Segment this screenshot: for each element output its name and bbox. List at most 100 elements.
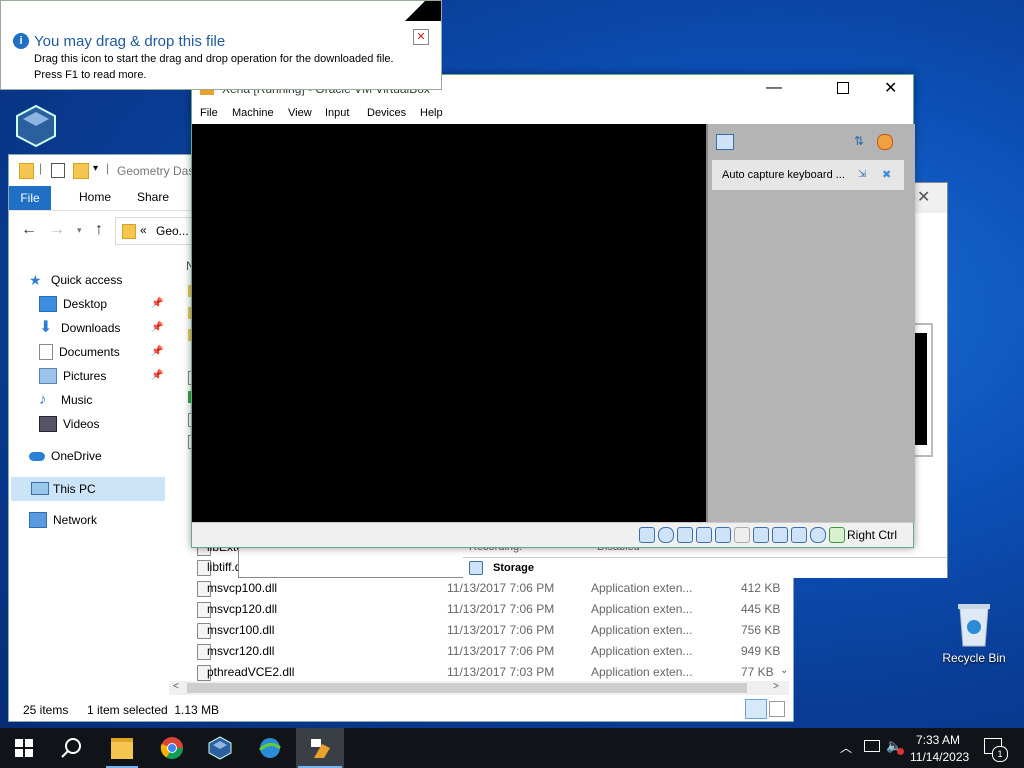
nav-quick-access[interactable]: ★ Quick access: [29, 269, 122, 291]
nav-desktop[interactable]: Desktop: [39, 293, 107, 315]
search-button[interactable]: [58, 734, 86, 762]
close-icon[interactable]: ✕: [917, 187, 930, 207]
network-tray-icon[interactable]: [864, 740, 880, 752]
network-icon: [29, 512, 47, 528]
up-arrow-icon[interactable]: ↑: [95, 221, 103, 239]
pin-icon[interactable]: 📌: [151, 346, 163, 357]
notice-item[interactable]: Auto capture keyboard ... ⇲ ✖: [712, 160, 904, 190]
menu-file[interactable]: File: [200, 107, 218, 119]
menu-machine[interactable]: Machine: [232, 107, 274, 119]
mouse-integration-icon[interactable]: [810, 527, 826, 543]
ribbon-tab-file[interactable]: File: [9, 186, 51, 210]
minimize-icon[interactable]: —: [766, 79, 782, 97]
menu-devices[interactable]: Devices: [367, 107, 406, 119]
nav-videos[interactable]: Videos: [39, 413, 99, 435]
optical-drive-icon[interactable]: [658, 527, 674, 543]
ribbon-tab-home[interactable]: Home: [67, 185, 123, 209]
audio-icon[interactable]: [677, 527, 693, 543]
message-icon[interactable]: [716, 134, 734, 150]
sort-icon[interactable]: ⇅: [854, 134, 868, 148]
notification-title: You may drag & drop this file: [34, 33, 226, 50]
document-icon: [39, 344, 53, 360]
pin-icon[interactable]: 📌: [151, 298, 163, 309]
chevron-up-icon[interactable]: ︿: [840, 739, 852, 756]
desktop-icon-recycle-bin[interactable]: Recycle Bin: [938, 600, 1010, 665]
chrome-icon: [160, 737, 183, 759]
cpu-icon[interactable]: [791, 527, 807, 543]
nav-pictures[interactable]: Pictures: [39, 365, 106, 387]
virtualbox-vm-window[interactable]: Xena [Running] - Oracle VM VirtualBox — …: [191, 74, 915, 548]
close-icon[interactable]: ✕: [413, 29, 429, 45]
scroll-left-icon[interactable]: <: [173, 681, 179, 692]
forward-arrow-icon[interactable]: →: [49, 221, 65, 239]
scroll-down-icon[interactable]: ⌄: [780, 665, 788, 676]
usb-icon[interactable]: [715, 527, 731, 543]
back-arrow-icon[interactable]: ←: [21, 221, 37, 239]
menu-help[interactable]: Help: [420, 107, 443, 119]
recycle-bin-label: Recycle Bin: [942, 651, 1006, 665]
nav-onedrive[interactable]: OneDrive: [29, 445, 102, 467]
start-button[interactable]: [10, 734, 38, 762]
nav-network[interactable]: Network: [29, 509, 97, 531]
menu-input[interactable]: Input: [325, 107, 349, 119]
taskbar-file-explorer[interactable]: [108, 734, 136, 762]
guest-display[interactable]: [192, 124, 706, 522]
desktop-icon-virtualbox[interactable]: [0, 104, 72, 151]
horizontal-scrollbar[interactable]: < >: [169, 681, 789, 695]
recent-locations-icon[interactable]: ▾: [77, 225, 82, 236]
network-adapter-icon[interactable]: [696, 527, 712, 543]
new-folder-icon[interactable]: [73, 163, 89, 179]
address-prefix: «: [140, 223, 147, 237]
close-notice-icon[interactable]: ✖: [882, 168, 891, 181]
ribbon-tab-share[interactable]: Share: [125, 185, 181, 209]
shared-folders-icon[interactable]: [734, 527, 750, 543]
notice-text: Auto capture keyboard ...: [722, 169, 845, 181]
table-row[interactable]: msvcp100.dll 11/13/2017 7:06 PM Applicat…: [189, 578, 789, 599]
scrollbar-thumb[interactable]: [187, 683, 747, 693]
storage-section[interactable]: Storage: [463, 557, 947, 578]
maximize-icon[interactable]: [837, 82, 849, 94]
nav-downloads[interactable]: ⬇ Downloads: [39, 317, 120, 339]
address-bar[interactable]: « Geo...: [115, 217, 197, 245]
large-icons-view-icon[interactable]: [769, 701, 785, 717]
table-row[interactable]: msvcr120.dll 11/13/2017 7:06 PM Applicat…: [189, 641, 789, 662]
dismiss-all-icon[interactable]: [877, 134, 893, 150]
scroll-right-icon[interactable]: >: [773, 681, 779, 692]
storage-label: Storage: [493, 562, 534, 574]
pin-icon[interactable]: 📌: [151, 370, 163, 381]
table-row[interactable]: pthreadVCE2.dll 11/13/2017 7:03 PM Appli…: [189, 662, 789, 683]
address-text: Geo...: [156, 224, 189, 238]
nav-documents[interactable]: Documents: [39, 341, 120, 363]
folder-icon: [111, 737, 133, 759]
display-icon[interactable]: [753, 527, 769, 543]
keyboard-capture-arrow-icon[interactable]: [829, 527, 845, 543]
computer-icon: [31, 482, 49, 495]
explorer-title: Geometry Das: [117, 164, 195, 178]
notification-body-line1: Drag this icon to start the drag and dro…: [34, 53, 394, 65]
taskbar-virtualbox[interactable]: [206, 734, 234, 762]
video-capture-icon[interactable]: [772, 527, 788, 543]
nav-this-pc[interactable]: This PC: [11, 477, 165, 501]
host-key-label: Right Ctrl: [847, 528, 898, 542]
notification-center[interactable]: ⇅ Auto capture keyboard ... ⇲ ✖: [706, 124, 915, 522]
chevron-down-icon[interactable]: ▾: [93, 163, 98, 174]
taskbar-download-manager[interactable]: [256, 734, 284, 762]
cloud-icon: [29, 451, 45, 461]
table-row[interactable]: msvcp120.dll 11/13/2017 7:06 PM Applicat…: [189, 599, 789, 620]
hard-disk-icon[interactable]: [639, 527, 655, 543]
taskbar-vm-app[interactable]: [306, 734, 334, 762]
close-icon[interactable]: ✕: [884, 78, 897, 98]
drag-drop-notification[interactable]: i You may drag & drop this file ✕ Drag t…: [0, 0, 442, 90]
menu-view[interactable]: View: [288, 107, 312, 119]
info-icon: i: [13, 33, 29, 49]
clock-time[interactable]: 7:33 AM: [916, 733, 960, 747]
properties-icon[interactable]: [51, 163, 65, 178]
table-row[interactable]: msvcr100.dll 11/13/2017 7:06 PM Applicat…: [189, 620, 789, 641]
folder-icon: [19, 163, 34, 179]
details-view-icon[interactable]: [745, 699, 767, 719]
pin-icon[interactable]: 📌: [151, 322, 163, 333]
nav-music[interactable]: ♪ Music: [39, 389, 92, 411]
clock-date[interactable]: 11/14/2023: [910, 750, 969, 764]
star-icon: ★: [29, 272, 42, 288]
taskbar-chrome[interactable]: [158, 734, 186, 762]
